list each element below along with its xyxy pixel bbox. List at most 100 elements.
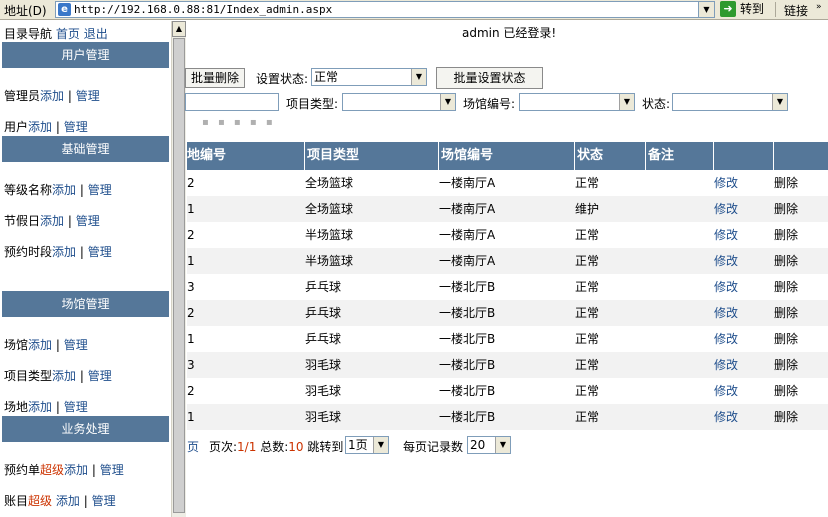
venue-no-select[interactable]: ▼	[519, 93, 635, 111]
per-page-select[interactable]: 20 ▼	[467, 436, 511, 454]
table-row: 1 羽毛球 一楼北厅B 正常 修改 删除	[187, 404, 828, 430]
col-status[interactable]: 状态	[575, 142, 646, 170]
edit-link[interactable]: 修改	[714, 222, 738, 248]
batch-delete-button[interactable]: 批量删除	[185, 68, 245, 88]
batch-set-status-button[interactable]: 批量设置状态	[436, 67, 543, 89]
menu-venue-manage-link[interactable]: 管理	[64, 338, 88, 352]
cell-id: 1	[187, 254, 195, 268]
cell-status: 维护	[575, 202, 600, 216]
chevron-down-icon[interactable]: ▼	[772, 94, 787, 110]
delete-link[interactable]: 删除	[774, 170, 798, 196]
menu-project-type-add-link[interactable]: 添加	[52, 369, 76, 383]
menu-account-add-link[interactable]: 添加	[56, 494, 80, 508]
menu-user: 用户添加 | 管理	[4, 118, 88, 135]
chevron-down-icon[interactable]: ▼	[440, 94, 455, 110]
cell-id: 2	[187, 228, 195, 242]
menu-level-add-link[interactable]: 添加	[52, 183, 76, 197]
menu-field-add-link[interactable]: 添加	[28, 400, 52, 414]
cell-venue: 一楼南厅A	[439, 254, 496, 268]
cell-id: 2	[187, 176, 195, 190]
menu-timeslot-add-link[interactable]: 添加	[52, 245, 76, 259]
chevron-down-icon[interactable]: ▼	[373, 437, 388, 453]
menu-account-manage-link[interactable]: 管理	[92, 494, 116, 508]
table-row: 2 乒乓球 一楼北厅B 正常 修改 删除	[187, 300, 828, 326]
menu-admin-add-link[interactable]: 添加	[40, 89, 64, 103]
col-field-id[interactable]: 地编号	[187, 142, 305, 170]
delete-link[interactable]: 删除	[774, 196, 798, 222]
delete-link[interactable]: 删除	[774, 300, 798, 326]
separator: |	[79, 245, 84, 259]
delete-link[interactable]: 删除	[774, 404, 798, 430]
scroll-up-icon[interactable]: ▲	[172, 21, 186, 37]
delete-link[interactable]: 删除	[774, 222, 798, 248]
cell-venue: 一楼南厅A	[439, 202, 496, 216]
menu-holiday-manage-link[interactable]: 管理	[76, 214, 100, 228]
edit-link[interactable]: 修改	[714, 248, 738, 274]
menu-venue-add-link[interactable]: 添加	[28, 338, 52, 352]
menu-project-type-manage-link[interactable]: 管理	[88, 369, 112, 383]
go-button[interactable]: ➜ 转到	[720, 1, 764, 18]
cell-type: 全场篮球	[305, 202, 354, 216]
links-chevron-icon[interactable]: »	[816, 2, 822, 12]
menu-admin-manage-link[interactable]: 管理	[76, 89, 100, 103]
per-page-value: 20	[470, 438, 486, 452]
edit-link[interactable]: 修改	[714, 274, 738, 300]
menu-holiday-label: 节假日	[4, 214, 41, 228]
logout-link[interactable]: 退出	[84, 27, 108, 41]
menu-field-manage-link[interactable]: 管理	[64, 400, 88, 414]
delete-link[interactable]: 删除	[774, 352, 798, 378]
edit-link[interactable]: 修改	[714, 196, 738, 222]
cell-type: 半场篮球	[305, 254, 354, 268]
home-link[interactable]: 首页	[56, 27, 80, 41]
sidebar-scrollbar[interactable]: ▲	[171, 21, 186, 517]
jump-label: 跳转到	[307, 440, 344, 454]
menu-user-add-link[interactable]: 添加	[28, 120, 52, 134]
jump-page-select[interactable]: 1页 ▼	[345, 436, 389, 454]
project-type-select[interactable]: ▼	[342, 93, 456, 111]
col-venue-no[interactable]: 场馆编号	[439, 142, 575, 170]
address-label: 地址(D)	[4, 4, 47, 18]
chevron-down-icon[interactable]: ▼	[619, 94, 634, 110]
separator: |	[55, 120, 60, 134]
menu-timeslot-manage-link[interactable]: 管理	[88, 245, 112, 259]
col-note[interactable]: 备注	[646, 142, 714, 170]
edit-link[interactable]: 修改	[714, 170, 738, 196]
menu-user-manage-link[interactable]: 管理	[64, 120, 88, 134]
address-dropdown-icon[interactable]: ▼	[698, 1, 715, 18]
last-page-link[interactable]: 页	[187, 438, 199, 455]
menu-venue: 场馆添加 | 管理	[4, 336, 88, 353]
go-label: 转到	[740, 2, 765, 16]
set-status-select[interactable]: 正常 ▼	[311, 68, 427, 86]
address-input[interactable]: e http://192.168.0.88:81/Index_admin.asp…	[55, 1, 705, 18]
address-url[interactable]: http://192.168.0.88:81/Index_admin.aspx	[74, 3, 332, 16]
table-row: 2 半场篮球 一楼南厅A 正常 修改 删除	[187, 222, 828, 248]
delete-link[interactable]: 删除	[774, 378, 798, 404]
scroll-thumb[interactable]	[173, 38, 185, 513]
table-row: 1 乒乓球 一楼北厅B 正常 修改 删除	[187, 326, 828, 352]
edit-link[interactable]: 修改	[714, 352, 738, 378]
cell-status: 正常	[575, 332, 600, 346]
edit-link[interactable]: 修改	[714, 404, 738, 430]
links-button[interactable]: 链接	[784, 2, 808, 19]
table-row: 1 全场篮球 一楼南厅A 维护 修改 删除	[187, 196, 828, 222]
menu-holiday-add-link[interactable]: 添加	[40, 214, 64, 228]
field-id-input[interactable]	[185, 93, 279, 111]
status-filter-select[interactable]: ▼	[672, 93, 788, 111]
edit-link[interactable]: 修改	[714, 326, 738, 352]
edit-link[interactable]: 修改	[714, 300, 738, 326]
col-project-type[interactable]: 项目类型	[305, 142, 439, 170]
cell-id: 2	[187, 306, 195, 320]
chevron-down-icon[interactable]: ▼	[495, 437, 510, 453]
menu-booking-super[interactable]: 超级	[40, 463, 64, 477]
delete-link[interactable]: 删除	[774, 248, 798, 274]
menu-account-super[interactable]: 超级	[28, 494, 52, 508]
cell-id: 2	[187, 384, 195, 398]
menu-booking-add-link[interactable]: 添加	[64, 463, 88, 477]
edit-link[interactable]: 修改	[714, 378, 738, 404]
delete-link[interactable]: 删除	[774, 274, 798, 300]
delete-link[interactable]: 删除	[774, 326, 798, 352]
menu-level-manage-link[interactable]: 管理	[88, 183, 112, 197]
cell-venue: 一楼北厅B	[439, 280, 496, 294]
menu-booking-manage-link[interactable]: 管理	[100, 463, 124, 477]
chevron-down-icon[interactable]: ▼	[411, 69, 426, 85]
